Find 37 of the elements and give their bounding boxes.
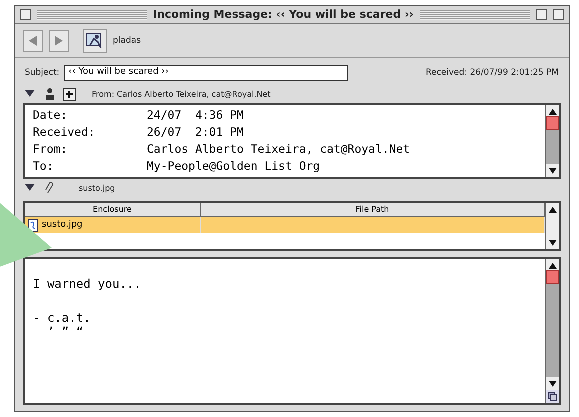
column-header[interactable]: File Path — [201, 203, 545, 217]
scroll-down-icon[interactable] — [548, 240, 556, 246]
person-icon[interactable] — [45, 88, 55, 100]
scroll-bar[interactable] — [545, 203, 559, 249]
column-header[interactable]: Enclosure — [25, 203, 201, 217]
left-arrow-icon — [29, 36, 37, 46]
scroll-thumb[interactable] — [546, 270, 559, 284]
disclosure-triangle-icon[interactable] — [25, 184, 35, 192]
mailbox-button[interactable] — [83, 28, 107, 52]
header-text: Date: 24/07 4:36 PM Received: 26/07 2:01 PM From: Carlos Alberto Teixeira, cat@Royal.Net To: My-People@Golden List Org — [32, 107, 412, 175]
forward-button[interactable] — [49, 30, 69, 52]
scroll-down-icon[interactable] — [548, 168, 556, 174]
scroll-up-icon[interactable] — [548, 206, 556, 212]
scroll-down-icon[interactable] — [548, 380, 556, 386]
zoom-box[interactable] — [536, 9, 548, 20]
collapse-box[interactable] — [553, 9, 564, 20]
paperclip-icon[interactable] — [45, 182, 55, 194]
message-body: I warned you... - c.a.t. ’ ” “ — [32, 276, 142, 341]
disclosure-triangle-icon[interactable] — [25, 90, 35, 98]
mailbox-name: pladas — [113, 36, 141, 46]
subject-label: Subject: — [25, 68, 60, 78]
window-title: Incoming Message: ‹‹ You will be scared ›› — [153, 8, 414, 21]
file-icon — [28, 218, 38, 232]
split-icon[interactable] — [548, 392, 557, 401]
scroll-bar[interactable] — [545, 105, 559, 177]
close-box[interactable] — [20, 9, 31, 20]
subject-field[interactable]: ‹‹ You will be scared ›› — [64, 65, 348, 81]
back-button[interactable] — [23, 30, 43, 52]
table-cell[interactable]: susto.jpg — [25, 217, 201, 233]
received-date: Received: 26/07/99 2:01:25 PM — [426, 68, 559, 78]
add-icon[interactable] — [63, 88, 76, 100]
scroll-thumb[interactable] — [546, 116, 559, 130]
right-arrow-icon — [55, 36, 63, 46]
attachment-name: susto.jpg — [79, 184, 116, 192]
figure-icon — [86, 32, 104, 50]
from-summary: From: Carlos Alberto Teixeira, cat@Royal.Net — [92, 90, 271, 98]
scroll-bar[interactable] — [545, 259, 559, 403]
